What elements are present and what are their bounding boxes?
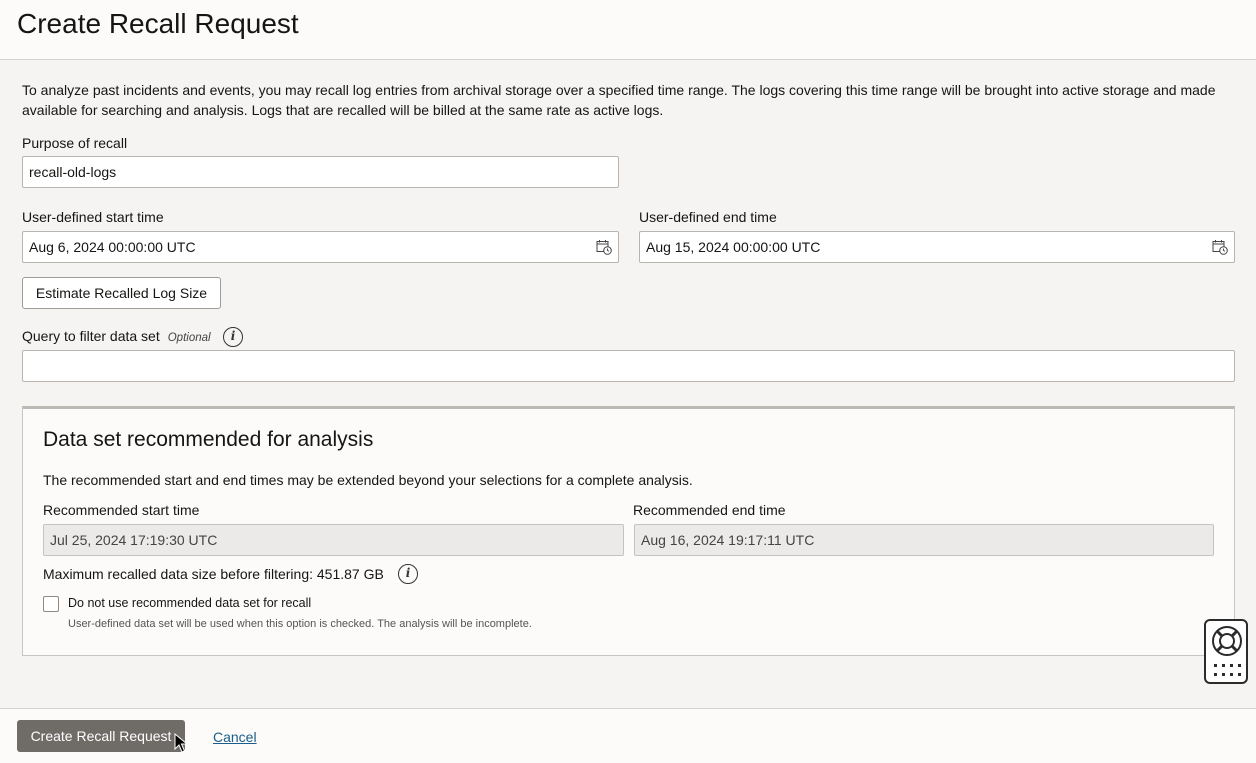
estimate-log-size-button[interactable]: Estimate Recalled Log Size bbox=[22, 277, 221, 309]
start-time-input[interactable]: Aug 6, 2024 00:00:00 UTC bbox=[22, 231, 619, 263]
page-header: Create Recall Request bbox=[0, 0, 1256, 60]
checkbox-label[interactable]: Do not use recommended data set for reca… bbox=[68, 596, 311, 610]
description-text: To analyze past incidents and events, yo… bbox=[22, 82, 1216, 118]
recommended-dataset-panel: Data set recommended for analysis The re… bbox=[22, 406, 1235, 656]
cancel-link[interactable]: Cancel bbox=[213, 729, 257, 745]
max-size-text: Maximum recalled data size before filter… bbox=[43, 566, 384, 582]
query-label-text: Query to filter data set bbox=[22, 328, 160, 344]
query-label: Query to filter data set Optional bbox=[22, 328, 211, 344]
start-time-label: User-defined start time bbox=[22, 209, 164, 225]
help-widget[interactable] bbox=[1204, 619, 1248, 684]
start-time-value: Aug 6, 2024 00:00:00 UTC bbox=[29, 239, 196, 255]
end-time-input[interactable]: Aug 15, 2024 00:00:00 UTC bbox=[639, 231, 1235, 263]
info-icon[interactable]: i bbox=[223, 327, 243, 347]
rec-end-label: Recommended end time bbox=[633, 502, 786, 518]
calendar-clock-icon[interactable] bbox=[596, 239, 612, 255]
info-icon[interactable]: i bbox=[398, 564, 418, 584]
purpose-label: Purpose of recall bbox=[22, 135, 128, 151]
rec-start-label: Recommended start time bbox=[43, 502, 200, 518]
end-time-value: Aug 15, 2024 00:00:00 UTC bbox=[646, 239, 821, 255]
page-footer: Create Recall Request Cancel bbox=[0, 708, 1256, 763]
grid-icon[interactable] bbox=[1213, 663, 1241, 679]
main-content: To analyze past incidents and events, yo… bbox=[0, 60, 1256, 708]
panel-description: The recommended start and end times may … bbox=[43, 472, 693, 488]
panel-title: Data set recommended for analysis bbox=[43, 428, 374, 451]
end-time-label: User-defined end time bbox=[639, 209, 777, 225]
create-recall-request-button[interactable]: Create Recall Request bbox=[17, 720, 185, 752]
query-input[interactable] bbox=[22, 350, 1235, 382]
lifebuoy-icon[interactable] bbox=[1211, 625, 1243, 657]
rec-end-field: Aug 16, 2024 19:17:11 UTC bbox=[634, 524, 1214, 556]
do-not-use-recommended-checkbox[interactable] bbox=[43, 596, 59, 612]
checkbox-help-text: User-defined data set will be used when … bbox=[68, 618, 532, 630]
rec-start-field: Jul 25, 2024 17:19:30 UTC bbox=[43, 524, 624, 556]
purpose-input[interactable]: recall-old-logs bbox=[22, 156, 619, 188]
calendar-clock-icon[interactable] bbox=[1212, 239, 1228, 255]
optional-tag: Optional bbox=[167, 332, 211, 344]
mouse-cursor-icon bbox=[174, 733, 188, 753]
page-title: Create Recall Request bbox=[17, 8, 299, 39]
